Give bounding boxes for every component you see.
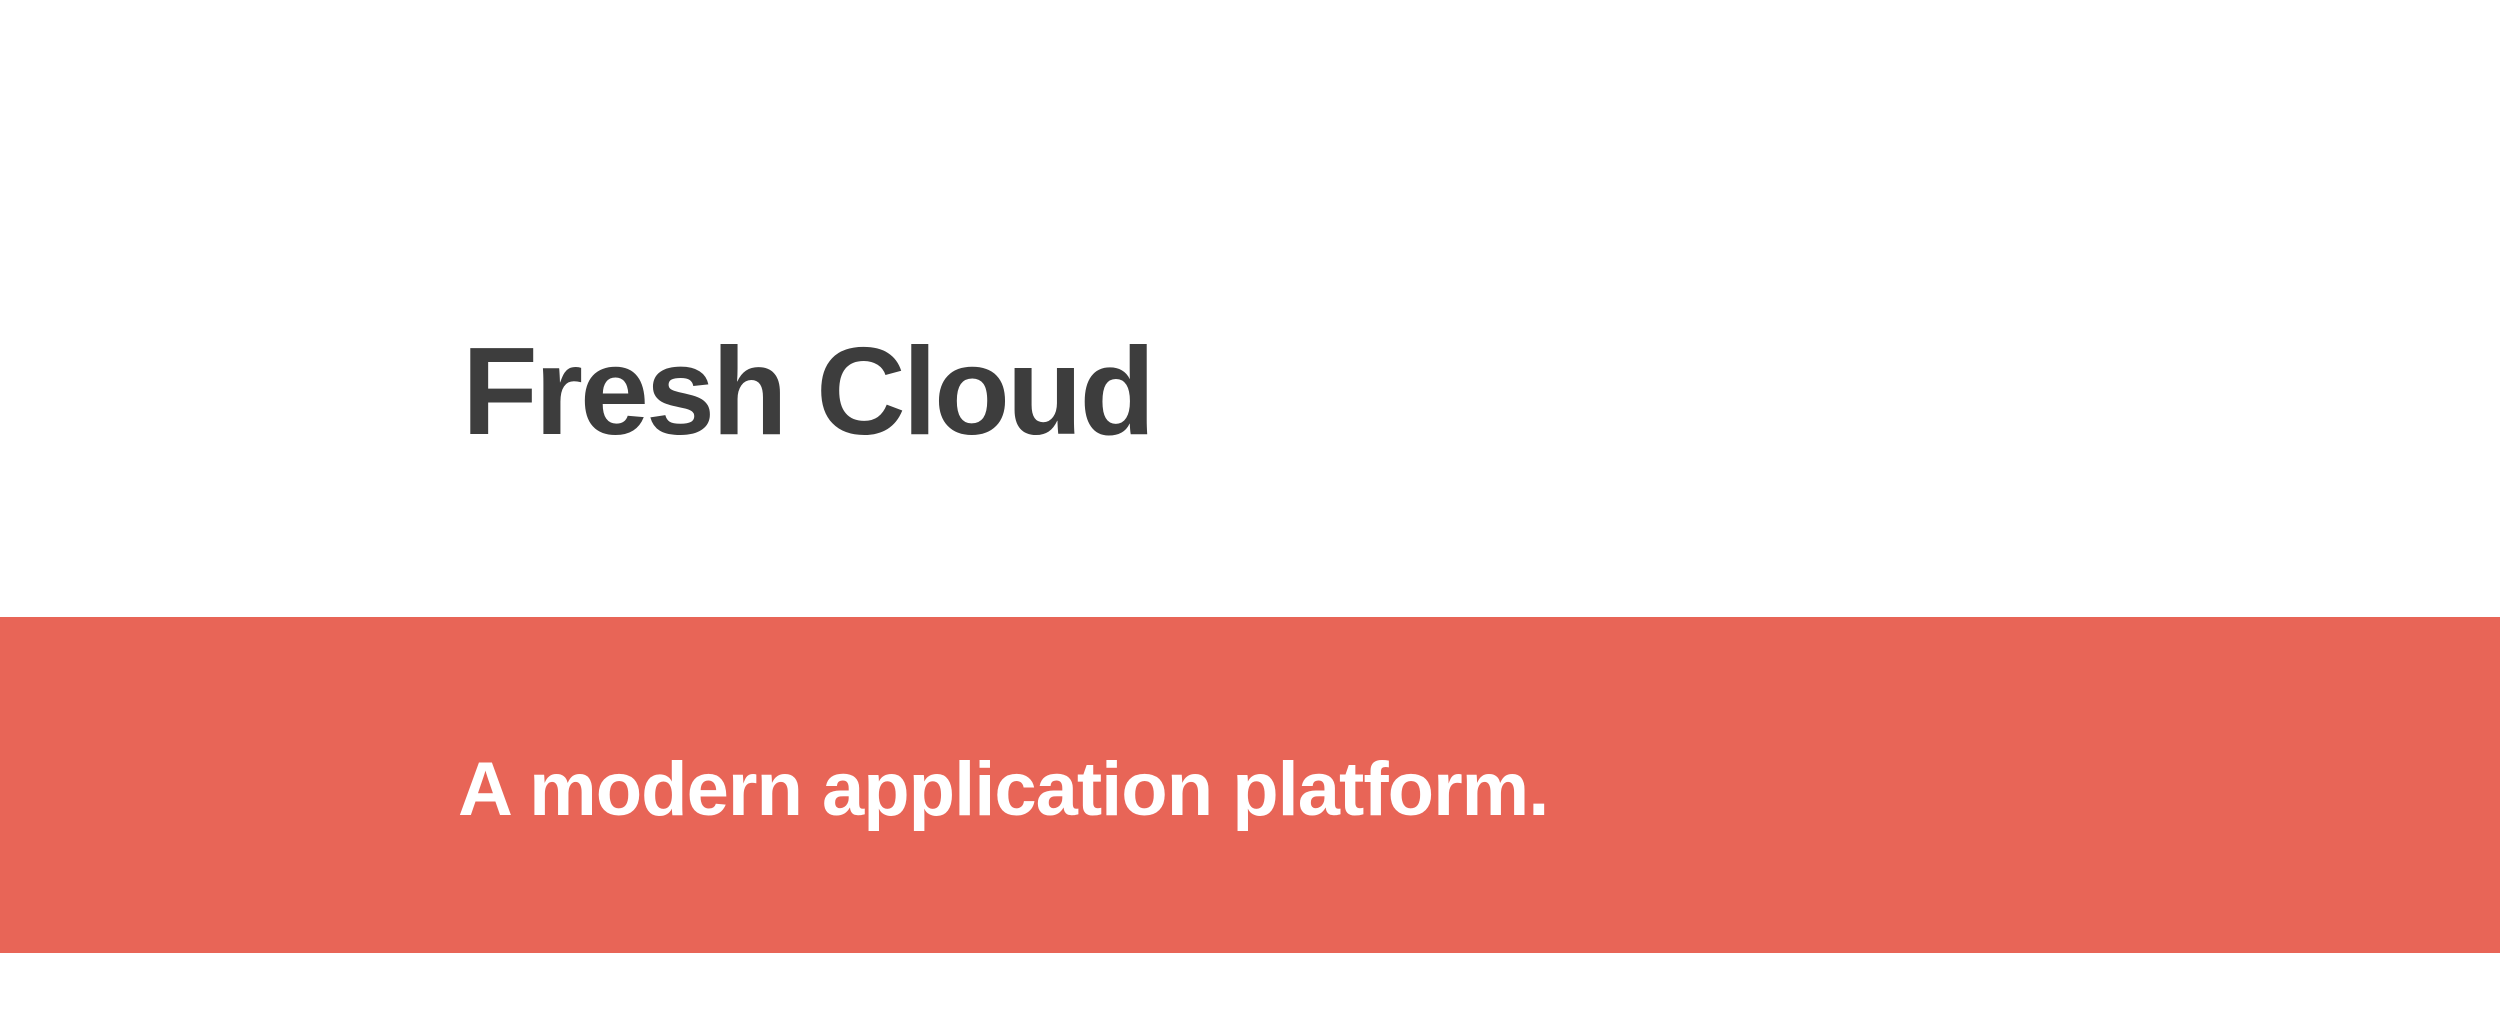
tagline-banner: A modern application platform. xyxy=(0,617,2500,953)
tagline-text: A modern application platform. xyxy=(458,747,1549,832)
hero-header: Fresh Cloud xyxy=(0,0,2500,617)
page-footer-space xyxy=(0,953,2500,1010)
page-title: Fresh Cloud xyxy=(462,323,1155,461)
